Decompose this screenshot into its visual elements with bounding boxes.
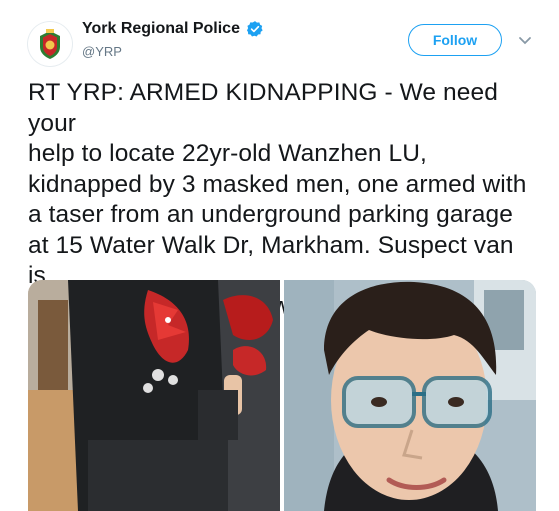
- account-name[interactable]: York Regional Police: [82, 20, 240, 38]
- account-handle: @YRP: [82, 44, 122, 59]
- tweet-header: York Regional Police @YRP Follow: [0, 0, 559, 70]
- chevron-down-icon[interactable]: [518, 36, 532, 46]
- police-crest-icon: [28, 22, 72, 66]
- account-avatar[interactable]: [28, 22, 72, 66]
- follow-button[interactable]: Follow: [408, 24, 502, 56]
- account-name-row: York Regional Police: [82, 20, 264, 38]
- photo-man-with-glasses[interactable]: [284, 280, 536, 511]
- tweet-media: [28, 280, 536, 511]
- verified-badge-icon: [246, 21, 263, 37]
- photo-person-red-dragon-sweater[interactable]: [28, 280, 280, 511]
